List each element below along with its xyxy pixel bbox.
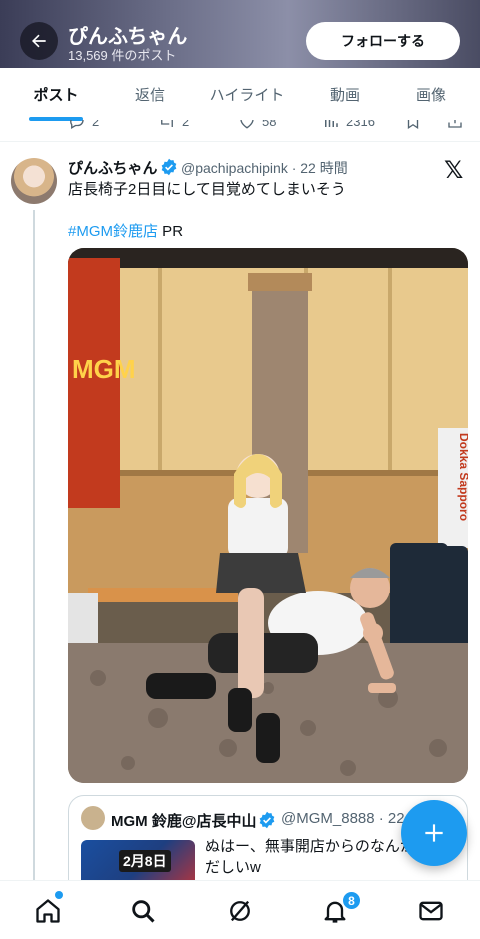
views-icon — [325, 120, 338, 127]
nav-search[interactable] — [123, 891, 163, 931]
arrow-left-icon — [32, 34, 46, 48]
nav-messages[interactable] — [411, 891, 451, 931]
tab-posts[interactable]: ポスト — [14, 68, 98, 120]
share-action[interactable] — [446, 120, 464, 130]
reply-icon — [70, 120, 84, 129]
avatar[interactable] — [11, 158, 57, 204]
repost-icon — [161, 120, 173, 127]
heart-icon — [240, 120, 254, 129]
pr-label: PR — [158, 223, 184, 240]
photo-scene: MGM Dokka Sapporo — [68, 248, 468, 783]
post-count: 13,569 件のポスト — [68, 48, 177, 63]
quoted-handle-time: @MGM_8888 · 22 — [281, 810, 405, 827]
x-logo-icon: 𝕏 — [444, 157, 464, 184]
tweet-author-name[interactable]: ぴんふちゃん — [68, 157, 158, 178]
reply-action[interactable]: 2 — [68, 120, 99, 130]
follow-button[interactable]: フォローする — [306, 22, 460, 60]
bottom-navigation — [0, 880, 480, 939]
views-action[interactable]: 2316 — [322, 120, 375, 130]
tweet-photo[interactable]: MGM Dokka Sapporo — [68, 248, 468, 783]
tweet-tags: #MGM鈴鹿店 PR — [68, 220, 183, 241]
like-action[interactable]: 58 — [238, 120, 276, 130]
repost-count: 2 — [182, 120, 190, 129]
views-count: 2316 — [346, 120, 375, 129]
photo-banner-text: Dokka Sapporo — [457, 433, 468, 521]
thread-line — [33, 210, 35, 880]
quoted-verified-badge-icon — [259, 811, 275, 829]
home-icon — [36, 899, 60, 923]
profile-tabs: ポスト 返信 ハイライト 動画 画像 — [0, 68, 480, 121]
tab-replies[interactable]: 返信 — [122, 68, 178, 120]
bookmark-icon — [407, 120, 419, 130]
share-icon — [448, 120, 462, 128]
tab-highlights[interactable]: ハイライト — [200, 68, 294, 120]
compose-button[interactable] — [401, 800, 467, 866]
tweet-handle-time[interactable]: @pachipachipink · 22 時間 — [181, 158, 348, 178]
plus-icon — [425, 824, 443, 842]
previous-post-actions: 2 2 58 2316 — [0, 120, 480, 142]
back-button[interactable] — [20, 22, 58, 60]
mail-icon — [419, 901, 443, 921]
hashtag-link[interactable]: #MGM鈴鹿店 — [68, 223, 158, 240]
bookmark-action[interactable] — [404, 120, 422, 130]
quoted-thumbnail-text: 2月8日 — [119, 850, 171, 872]
verified-badge-icon — [161, 158, 177, 176]
nav-grok[interactable] — [220, 891, 260, 931]
grok-icon — [230, 900, 250, 922]
like-count: 58 — [262, 120, 277, 129]
tweet-text: 店長椅子2日目にして目覚めてしまいそう — [68, 181, 346, 198]
home-new-dot — [55, 891, 63, 899]
quoted-author-name: MGM 鈴鹿@店長中山 — [111, 813, 257, 830]
profile-header: ぴんふちゃん 13,569 件のポスト フォローする — [0, 0, 480, 68]
tab-videos[interactable]: 動画 — [316, 68, 374, 120]
repost-action[interactable]: 2 — [158, 120, 189, 130]
photo-sign-text: MGM — [72, 354, 136, 384]
search-icon — [132, 900, 155, 923]
tab-images[interactable]: 画像 — [402, 68, 460, 120]
reply-count: 2 — [92, 120, 100, 129]
notification-badge: 8 — [341, 890, 362, 911]
quoted-avatar — [81, 806, 105, 830]
